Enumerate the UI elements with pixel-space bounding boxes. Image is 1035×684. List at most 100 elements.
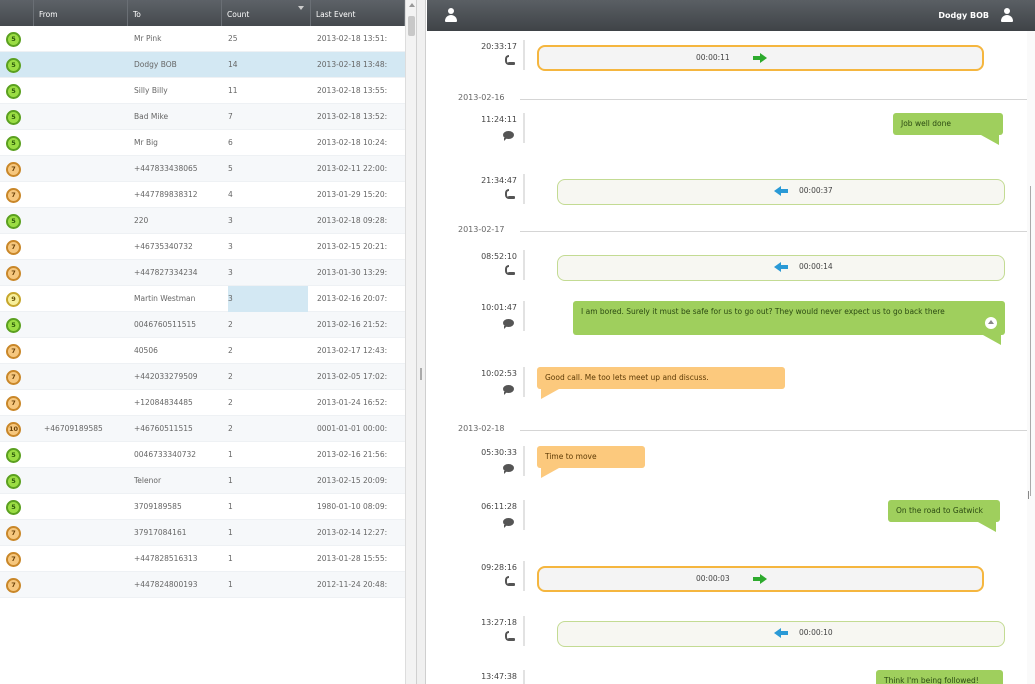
- cell-count: 6: [228, 138, 233, 147]
- cell-from: [44, 130, 129, 156]
- table-row[interactable]: 5 3709189585 1 1980-01-10 08:09:: [0, 494, 405, 520]
- count-badge: 5: [6, 32, 21, 47]
- header-from[interactable]: From: [34, 0, 128, 26]
- table-row[interactable]: 5 Mr Big 6 2013-02-18 10:24:: [0, 130, 405, 156]
- timeline-bar: [523, 446, 525, 476]
- cell-count: 3: [228, 242, 233, 251]
- header-last-event[interactable]: Last Event: [311, 0, 405, 26]
- table-row[interactable]: 7 +447827334234 3 2013-01-30 13:29:: [0, 260, 405, 286]
- table-row[interactable]: 9 Martin Westman 3 2013-02-16 20:07:: [0, 286, 405, 312]
- outgoing-call[interactable]: 00:00:03: [537, 566, 984, 592]
- event-time: 06:11:28: [481, 502, 517, 511]
- cell-last-event: 2013-02-05 17:02:: [317, 372, 388, 381]
- table-row[interactable]: 7 +12084834485 2 2013-01-24 16:52:: [0, 390, 405, 416]
- count-badge: 5: [6, 448, 21, 463]
- received-message[interactable]: Good call. Me too lets meet up and discu…: [537, 367, 785, 399]
- count-badge: 5: [6, 136, 21, 151]
- table-row[interactable]: 5 0046760511515 2 2013-02-16 21:52:: [0, 312, 405, 338]
- splitter-grip-icon[interactable]: [420, 368, 422, 380]
- cell-to: Dodgy BOB: [134, 60, 177, 69]
- cell-count: 2: [228, 372, 233, 381]
- header-count[interactable]: Count: [222, 0, 311, 26]
- collapse-icon[interactable]: [985, 317, 997, 329]
- cell-count: 3: [228, 216, 233, 225]
- panel-splitter[interactable]: [417, 0, 426, 684]
- event-time: 20:33:17: [481, 42, 517, 51]
- contact-name: Dodgy BOB: [938, 11, 989, 20]
- received-message[interactable]: Time to move: [537, 446, 645, 478]
- cell-from: [44, 546, 129, 572]
- sent-message[interactable]: I am bored. Surely it must be safe for u…: [573, 301, 1005, 345]
- timeline-bar: [523, 561, 525, 591]
- sent-message[interactable]: Job well done: [893, 113, 1003, 145]
- bubble-tail: [978, 522, 996, 532]
- cell-from: [44, 364, 129, 390]
- cell-last-event: 1980-01-10 08:09:: [317, 502, 388, 511]
- cell-count: 2: [228, 346, 233, 355]
- phone-icon: [505, 55, 515, 65]
- date-separator: 2013-02-17: [458, 225, 1028, 237]
- scroll-track[interactable]: [1030, 186, 1031, 496]
- table-row[interactable]: 5 Silly Billy 11 2013-02-18 13:55:: [0, 78, 405, 104]
- table-row[interactable]: 5 0046733340732 1 2013-02-16 21:56:: [0, 442, 405, 468]
- cell-from: [44, 312, 129, 338]
- cell-to: Mr Pink: [134, 34, 162, 43]
- incoming-call[interactable]: 00:00:10: [557, 621, 1005, 647]
- date-separator: 2013-02-16: [458, 93, 1028, 105]
- cell-from: [44, 104, 129, 130]
- thread-scrollbar[interactable]: [1027, 31, 1035, 684]
- phone-icon: [505, 265, 515, 275]
- table-row[interactable]: 5 Telenor 1 2013-02-15 20:09:: [0, 468, 405, 494]
- table-row[interactable]: 5 220 3 2013-02-18 09:28:: [0, 208, 405, 234]
- cell-to: +46760511515: [134, 424, 193, 433]
- table-row[interactable]: 5 Bad Mike 7 2013-02-18 13:52:: [0, 104, 405, 130]
- table-row[interactable]: 7 40506 2 2013-02-17 12:43:: [0, 338, 405, 364]
- scroll-thumb[interactable]: [408, 16, 415, 36]
- header-badge[interactable]: [0, 0, 34, 26]
- event-time: 10:02:53: [481, 369, 517, 378]
- table-row[interactable]: 7 +442033279509 2 2013-02-05 17:02:: [0, 364, 405, 390]
- incoming-arrow-icon: [774, 262, 788, 272]
- cell-count: 3: [228, 268, 233, 277]
- cell-count: 3: [228, 286, 308, 312]
- phone-icon: [505, 189, 515, 199]
- message-text: Time to move: [545, 452, 597, 461]
- cell-from: [44, 286, 129, 312]
- cell-last-event: 2013-02-17 12:43:: [317, 346, 388, 355]
- message-text: Think I'm being followed!: [884, 676, 979, 684]
- table-row[interactable]: 7 +46735340732 3 2013-02-15 20:21:: [0, 234, 405, 260]
- grid-scrollbar[interactable]: [405, 0, 416, 684]
- cell-count: 14: [228, 60, 238, 69]
- table-row[interactable]: 5 Dodgy BOB 14 2013-02-18 13:48:: [0, 52, 405, 78]
- sent-message[interactable]: On the road to Gatwick: [888, 500, 1000, 532]
- table-row[interactable]: 7 +447789838312 4 2013-01-29 15:20:: [0, 182, 405, 208]
- table-row[interactable]: 7 +447828516313 1 2013-01-28 15:55:: [0, 546, 405, 572]
- scroll-up-icon[interactable]: [409, 3, 415, 7]
- table-row[interactable]: 10 +46709189585 +46760511515 2 0001-01-01 00…: [0, 416, 405, 442]
- table-row[interactable]: 5 Mr Pink 25 2013-02-18 13:51:: [0, 26, 405, 52]
- cell-last-event: 2013-01-29 15:20:: [317, 190, 388, 199]
- incoming-arrow-icon: [774, 186, 788, 196]
- timeline-bar: [523, 40, 525, 70]
- count-badge: 7: [6, 396, 21, 411]
- cell-last-event: 2013-02-15 20:09:: [317, 476, 388, 485]
- cell-from: [44, 234, 129, 260]
- cell-to: 0046760511515: [134, 320, 197, 329]
- incoming-call[interactable]: 00:00:37: [557, 179, 1005, 205]
- table-row[interactable]: 7 +447833438065 5 2013-02-11 22:00:: [0, 156, 405, 182]
- outgoing-call[interactable]: 00:00:11: [537, 45, 984, 71]
- sent-message[interactable]: Think I'm being followed!: [876, 670, 1003, 684]
- message-text: I am bored. Surely it must be safe for u…: [581, 307, 945, 316]
- header-to[interactable]: To: [128, 0, 222, 26]
- table-row[interactable]: 7 +447824800193 1 2012-11-24 20:48:: [0, 572, 405, 598]
- incoming-call[interactable]: 00:00:14: [557, 255, 1005, 281]
- cell-to: Martin Westman: [134, 294, 196, 303]
- cell-count: 1: [228, 476, 233, 485]
- table-row[interactable]: 7 37917084161 1 2013-02-14 12:27:: [0, 520, 405, 546]
- sort-desc-icon[interactable]: [298, 6, 304, 10]
- message-icon: [503, 518, 514, 528]
- cell-last-event: 2013-01-30 13:29:: [317, 268, 388, 277]
- event-time: 13:47:38: [481, 672, 517, 681]
- call-duration: 00:00:03: [696, 574, 730, 583]
- cell-to: 220: [134, 216, 149, 225]
